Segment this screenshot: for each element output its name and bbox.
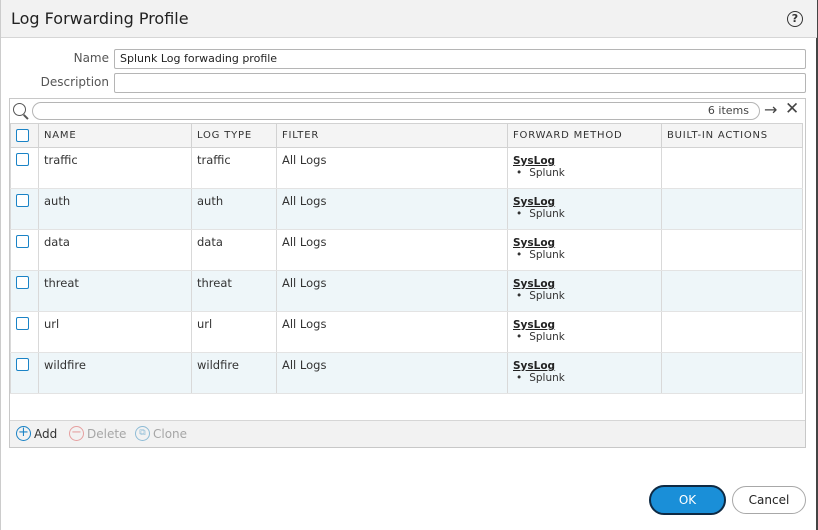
log-type-cell: wildfire	[191, 352, 277, 394]
syslog-server-item: Splunk	[513, 249, 656, 261]
forward-method-cell: SysLog Splunk	[507, 229, 662, 271]
built-in-actions-cell	[661, 311, 803, 353]
row-checkbox[interactable]	[16, 153, 29, 166]
name-cell[interactable]: data	[38, 229, 192, 271]
delete-icon: −	[69, 426, 84, 441]
row-select-cell	[10, 270, 39, 312]
row-checkbox[interactable]	[16, 276, 29, 289]
log-type-cell: threat	[191, 270, 277, 312]
log-type-cell: traffic	[191, 147, 277, 189]
name-field[interactable]: Splunk Log forwading profile	[114, 49, 806, 69]
forward-method-cell: SysLog Splunk	[507, 311, 662, 353]
search-bar: 6 items → ✕	[10, 99, 805, 123]
forward-method-cell: SysLog Splunk	[507, 147, 662, 189]
grid-toolbar: + Add − Delete ⧉ Clone	[10, 420, 805, 447]
dialog-title: Log Forwarding Profile	[11, 9, 189, 28]
table-row[interactable]: wildfire wildfire All Logs SysLog Splunk	[10, 352, 803, 394]
syslog-link[interactable]: SysLog	[513, 196, 656, 208]
match-list-table: NAME LOG TYPE FILTER FORWARD METHOD BUIL…	[10, 123, 803, 394]
item-count: 6 items	[707, 104, 749, 117]
syslog-link[interactable]: SysLog	[513, 278, 656, 290]
filter-cell: All Logs	[276, 352, 508, 394]
filter-cell: All Logs	[276, 188, 508, 230]
row-select-cell	[10, 188, 39, 230]
table-row[interactable]: url url All Logs SysLog Splunk	[10, 311, 803, 353]
name-cell[interactable]: wildfire	[38, 352, 192, 394]
select-all-checkbox[interactable]	[16, 129, 29, 142]
column-header-built-in-actions[interactable]: BUILT-IN ACTIONS	[661, 123, 803, 148]
table-row[interactable]: traffic traffic All Logs SysLog Splunk	[10, 147, 803, 189]
description-field[interactable]	[114, 73, 806, 93]
syslog-link[interactable]: SysLog	[513, 237, 656, 249]
column-header-name[interactable]: NAME	[38, 123, 192, 148]
log-forwarding-profile-dialog: Log Forwarding Profile ? Name Splunk Log…	[0, 0, 818, 530]
delete-button[interactable]: − Delete	[69, 426, 126, 441]
built-in-actions-cell	[661, 352, 803, 394]
clear-filter-icon[interactable]: ✕	[785, 100, 799, 118]
row-checkbox[interactable]	[16, 317, 29, 330]
column-header-forward-method[interactable]: FORWARD METHOD	[507, 123, 662, 148]
filter-cell: All Logs	[276, 147, 508, 189]
ok-button[interactable]: OK	[649, 485, 726, 515]
search-icon	[13, 103, 26, 116]
name-cell[interactable]: threat	[38, 270, 192, 312]
built-in-actions-cell	[661, 188, 803, 230]
log-type-cell: data	[191, 229, 277, 271]
dialog-titlebar: Log Forwarding Profile ?	[1, 0, 817, 38]
syslog-server-item: Splunk	[513, 290, 656, 302]
cancel-button[interactable]: Cancel	[732, 486, 806, 514]
delete-label: Delete	[87, 426, 127, 441]
log-type-cell: url	[191, 311, 277, 353]
column-header-filter[interactable]: FILTER	[276, 123, 508, 148]
row-select-cell	[10, 147, 39, 189]
row-select-cell	[10, 352, 39, 394]
syslog-link[interactable]: SysLog	[513, 319, 656, 331]
name-label: Name	[73, 51, 109, 65]
name-cell[interactable]: url	[38, 311, 192, 353]
add-label: Add	[34, 426, 58, 441]
row-checkbox[interactable]	[16, 194, 29, 207]
row-select-cell	[10, 311, 39, 353]
select-all-header	[10, 123, 39, 148]
built-in-actions-cell	[661, 229, 803, 271]
clone-button[interactable]: ⧉ Clone	[135, 426, 187, 441]
forward-method-cell: SysLog Splunk	[507, 270, 662, 312]
apply-filter-arrow-icon[interactable]: →	[764, 101, 777, 119]
add-button[interactable]: + Add	[16, 426, 57, 441]
table-row[interactable]: data data All Logs SysLog Splunk	[10, 229, 803, 271]
filter-cell: All Logs	[276, 311, 508, 353]
name-cell[interactable]: auth	[38, 188, 192, 230]
description-label: Description	[40, 75, 109, 89]
filter-cell: All Logs	[276, 229, 508, 271]
syslog-server-item: Splunk	[513, 167, 656, 179]
profile-match-list-panel: 6 items → ✕ NAME LOG TYPE FILTER FORWARD…	[9, 98, 806, 448]
log-type-cell: auth	[191, 188, 277, 230]
forward-method-cell: SysLog Splunk	[507, 188, 662, 230]
table-row[interactable]: auth auth All Logs SysLog Splunk	[10, 188, 803, 230]
row-checkbox[interactable]	[16, 235, 29, 248]
syslog-server-item: Splunk	[513, 208, 656, 220]
search-input[interactable]: 6 items	[32, 102, 760, 120]
table-header-row: NAME LOG TYPE FILTER FORWARD METHOD BUIL…	[10, 123, 803, 148]
forward-method-cell: SysLog Splunk	[507, 352, 662, 394]
syslog-link[interactable]: SysLog	[513, 155, 656, 167]
help-icon[interactable]: ?	[787, 11, 803, 27]
built-in-actions-cell	[661, 147, 803, 189]
filter-cell: All Logs	[276, 270, 508, 312]
column-header-log-type[interactable]: LOG TYPE	[191, 123, 277, 148]
built-in-actions-cell	[661, 270, 803, 312]
row-select-cell	[10, 229, 39, 271]
syslog-server-item: Splunk	[513, 331, 656, 343]
clone-icon: ⧉	[135, 426, 150, 441]
name-cell[interactable]: traffic	[38, 147, 192, 189]
add-icon: +	[16, 426, 31, 441]
syslog-link[interactable]: SysLog	[513, 360, 656, 372]
clone-label: Clone	[153, 426, 188, 441]
table-row[interactable]: threat threat All Logs SysLog Splunk	[10, 270, 803, 312]
syslog-server-item: Splunk	[513, 372, 656, 384]
row-checkbox[interactable]	[16, 358, 29, 371]
